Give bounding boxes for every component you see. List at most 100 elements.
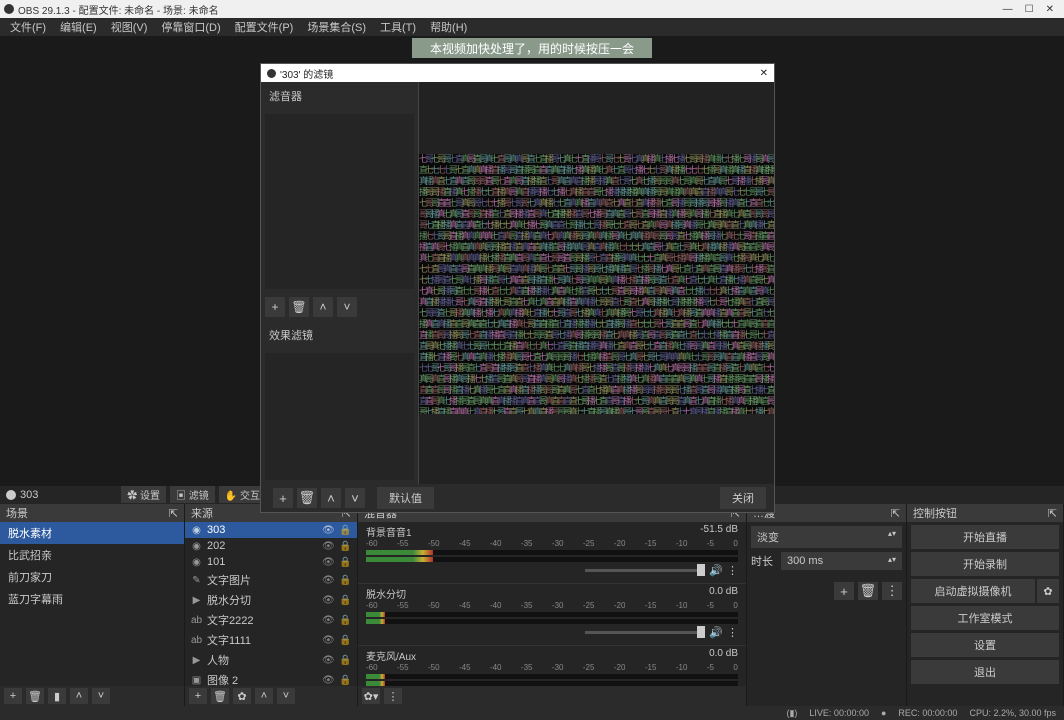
- filters-button[interactable]: ▣ 滤镜: [170, 486, 215, 503]
- visibility-icon[interactable]: 👁: [322, 557, 334, 568]
- remove-transition-button[interactable]: 🗑: [858, 582, 878, 600]
- scene-item[interactable]: 蓝刀字幕雨: [0, 588, 184, 610]
- remove-scene-button[interactable]: 🗑: [26, 688, 44, 704]
- mixer-settings-button[interactable]: ✿▾: [362, 688, 380, 704]
- track-menu-icon[interactable]: ⋮: [727, 626, 738, 639]
- track-menu-icon[interactable]: ⋮: [727, 564, 738, 577]
- start-recording-button[interactable]: 开始录制: [911, 552, 1059, 576]
- start-streaming-button[interactable]: 开始直播: [911, 525, 1059, 549]
- transitions-popout-icon[interactable]: ⇱: [891, 507, 900, 520]
- track-name: 麦克风/Aux: [366, 648, 416, 663]
- properties-button[interactable]: ✿ 设置: [121, 486, 166, 503]
- mute-icon[interactable]: 🔊: [709, 564, 723, 577]
- source-type-icon: ✎: [191, 575, 202, 586]
- menu-profile[interactable]: 配置文件(P): [229, 19, 300, 35]
- remove-audio-filter-button[interactable]: 🗑: [289, 297, 309, 317]
- dialog-close-button[interactable]: 关闭: [720, 487, 766, 509]
- interact-button[interactable]: ✋ 交互: [219, 486, 266, 503]
- source-item[interactable]: ◉101👁🔒: [185, 554, 357, 570]
- scene-item[interactable]: 脱水素材: [0, 522, 184, 544]
- minimize-button[interactable]: —: [1003, 4, 1013, 15]
- source-item[interactable]: ▶人物👁🔒: [185, 650, 357, 670]
- menu-tools[interactable]: 工具(T): [374, 19, 422, 35]
- lock-icon[interactable]: 🔒: [339, 595, 351, 606]
- lock-icon[interactable]: 🔒: [339, 525, 351, 536]
- audio-meter: [366, 557, 738, 562]
- source-properties-button[interactable]: ✿: [233, 688, 251, 704]
- audio-meter: [366, 674, 738, 679]
- visibility-icon[interactable]: 👁: [322, 635, 334, 646]
- menu-view[interactable]: 视图(V): [105, 19, 154, 35]
- menu-edit[interactable]: 编辑(E): [54, 19, 103, 35]
- add-source-button[interactable]: +: [189, 688, 207, 704]
- move-scene-down-button[interactable]: ˅: [92, 688, 110, 704]
- source-item[interactable]: ✎文字图片👁🔒: [185, 570, 357, 590]
- exit-button[interactable]: 退出: [911, 660, 1059, 684]
- lock-icon[interactable]: 🔒: [339, 655, 351, 666]
- dialog-titlebar[interactable]: '303' 的滤镜 ✕: [261, 64, 774, 82]
- lock-icon[interactable]: 🔒: [339, 615, 351, 626]
- scenes-popout-icon[interactable]: ⇱: [169, 507, 178, 520]
- source-item[interactable]: ◉303👁🔒: [185, 522, 357, 538]
- audio-filters-list[interactable]: [265, 114, 414, 289]
- lock-icon[interactable]: 🔒: [339, 635, 351, 646]
- audio-meter: [366, 681, 738, 686]
- move-scene-up-button[interactable]: ˄: [70, 688, 88, 704]
- lock-icon[interactable]: 🔒: [339, 557, 351, 568]
- menubar: 文件(F) 编辑(E) 视图(V) 停靠窗口(D) 配置文件(P) 场景集合(S…: [0, 18, 1064, 36]
- visibility-icon[interactable]: 👁: [322, 615, 334, 626]
- add-effect-filter-button[interactable]: +: [273, 488, 293, 508]
- menu-dock[interactable]: 停靠窗口(D): [155, 19, 226, 35]
- menu-file[interactable]: 文件(F): [4, 19, 52, 35]
- menu-help[interactable]: 帮助(H): [424, 19, 473, 35]
- visibility-icon[interactable]: 👁: [322, 595, 334, 606]
- volume-slider[interactable]: [585, 631, 705, 634]
- visibility-icon[interactable]: 👁: [322, 541, 334, 552]
- move-audio-filter-up-button[interactable]: ˄: [313, 297, 333, 317]
- maximize-button[interactable]: ☐: [1025, 4, 1034, 15]
- transition-menu-button[interactable]: ⋮: [882, 582, 902, 600]
- scene-filters-button[interactable]: ▮: [48, 688, 66, 704]
- move-audio-filter-down-button[interactable]: ˅: [337, 297, 357, 317]
- add-scene-button[interactable]: +: [4, 688, 22, 704]
- visibility-icon[interactable]: 👁: [322, 675, 334, 686]
- source-item[interactable]: ab文字1111👁🔒: [185, 630, 357, 650]
- mixer-menu-button[interactable]: ⋮: [384, 688, 402, 704]
- start-virtual-cam-button[interactable]: 启动虚拟摄像机: [911, 579, 1035, 603]
- dialog-close-icon[interactable]: ✕: [760, 68, 768, 79]
- source-item[interactable]: ab文字2222👁🔒: [185, 610, 357, 630]
- visibility-icon[interactable]: 👁: [322, 655, 334, 666]
- effect-filters-list[interactable]: [265, 353, 414, 480]
- add-transition-button[interactable]: +: [834, 582, 854, 600]
- move-effect-filter-down-button[interactable]: ˅: [345, 488, 365, 508]
- menu-scene-collection[interactable]: 场景集合(S): [301, 19, 372, 35]
- transitions-dock: …渡⇱ 淡变▴▾ 时长 300 ms▴▾ + 🗑 ⋮: [747, 504, 907, 706]
- remove-source-button[interactable]: 🗑: [211, 688, 229, 704]
- source-item[interactable]: ◉202👁🔒: [185, 538, 357, 554]
- mute-icon[interactable]: 🔊: [709, 626, 723, 639]
- transition-select[interactable]: 淡变▴▾: [751, 526, 902, 548]
- lock-icon[interactable]: 🔒: [339, 575, 351, 586]
- add-audio-filter-button[interactable]: +: [265, 297, 285, 317]
- move-source-down-button[interactable]: ˅: [277, 688, 295, 704]
- source-item[interactable]: ▶脱水分切👁🔒: [185, 590, 357, 610]
- virtual-cam-settings-button[interactable]: ✿: [1037, 579, 1059, 603]
- move-source-up-button[interactable]: ˄: [255, 688, 273, 704]
- visibility-icon[interactable]: 👁: [322, 525, 334, 536]
- lock-icon[interactable]: 🔒: [339, 541, 351, 552]
- lock-icon[interactable]: 🔒: [339, 675, 351, 686]
- status-rec-icon: ●: [881, 708, 886, 718]
- close-button[interactable]: ✕: [1046, 4, 1054, 15]
- settings-button[interactable]: 设置: [911, 633, 1059, 657]
- controls-popout-icon[interactable]: ⇱: [1048, 507, 1057, 520]
- studio-mode-button[interactable]: 工作室模式: [911, 606, 1059, 630]
- volume-slider[interactable]: [585, 569, 705, 572]
- defaults-button[interactable]: 默认值: [377, 487, 434, 509]
- source-item[interactable]: ▣图像 2👁🔒: [185, 670, 357, 686]
- scene-item[interactable]: 比武招亲: [0, 544, 184, 566]
- duration-input[interactable]: 300 ms▴▾: [781, 552, 902, 570]
- scene-item[interactable]: 前刀家刀: [0, 566, 184, 588]
- visibility-icon[interactable]: 👁: [322, 575, 334, 586]
- move-effect-filter-up-button[interactable]: ˄: [321, 488, 341, 508]
- remove-effect-filter-button[interactable]: 🗑: [297, 488, 317, 508]
